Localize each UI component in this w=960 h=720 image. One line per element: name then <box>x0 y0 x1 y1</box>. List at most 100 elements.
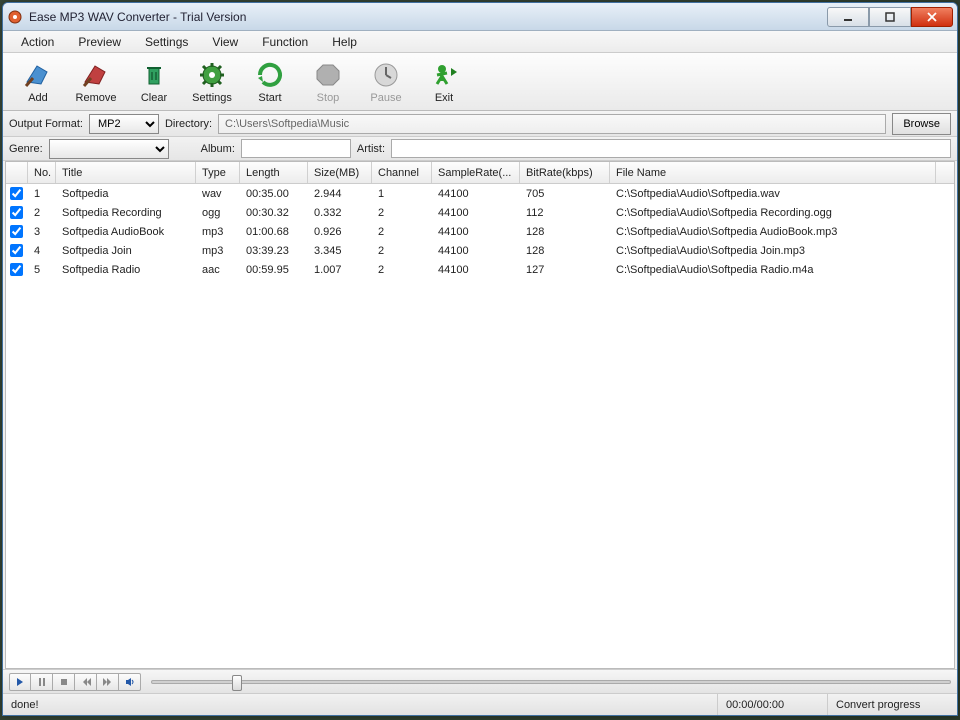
tags-row: Genre: Album: Artist: <box>3 137 957 161</box>
cell-sample: 44100 <box>432 184 520 203</box>
cell-file: C:\Softpedia\Audio\Softpedia Recording.o… <box>610 203 936 222</box>
cell-no: 4 <box>28 241 56 260</box>
menu-preview[interactable]: Preview <box>66 33 133 51</box>
genre-select[interactable] <box>49 139 169 159</box>
cell-sample: 44100 <box>432 203 520 222</box>
next-button[interactable] <box>97 673 119 691</box>
col-header-bitrate[interactable]: BitRate(kbps) <box>520 162 610 183</box>
col-header-spacer <box>936 162 954 183</box>
cell-length: 00:35.00 <box>240 184 308 203</box>
minimize-button[interactable] <box>827 7 869 27</box>
table-header: No. Title Type Length Size(MB) Channel S… <box>6 162 954 184</box>
cell-bitrate: 112 <box>520 203 610 222</box>
settings-button[interactable]: Settings <box>185 56 239 108</box>
row-checkbox[interactable] <box>10 263 23 276</box>
titlebar[interactable]: Ease MP3 WAV Converter - Trial Version <box>3 3 957 31</box>
cell-file: C:\Softpedia\Audio\Softpedia Radio.m4a <box>610 260 936 279</box>
cell-length: 00:59.95 <box>240 260 308 279</box>
cell-size: 1.007 <box>308 260 372 279</box>
cell-bitrate: 128 <box>520 222 610 241</box>
maximize-button[interactable] <box>869 7 911 27</box>
seek-thumb[interactable] <box>232 675 242 691</box>
cell-title: Softpedia Join <box>56 241 196 260</box>
close-button[interactable] <box>911 7 953 27</box>
col-header-check[interactable] <box>6 162 28 183</box>
next-icon <box>103 678 113 686</box>
window-title: Ease MP3 WAV Converter - Trial Version <box>29 10 827 24</box>
cell-title: Softpedia Recording <box>56 203 196 222</box>
col-header-sample[interactable]: SampleRate(... <box>432 162 520 183</box>
play-icon <box>16 678 24 686</box>
cell-channel: 2 <box>372 260 432 279</box>
clear-icon <box>139 60 169 90</box>
row-check[interactable] <box>6 203 28 222</box>
row-checkbox[interactable] <box>10 206 23 219</box>
col-header-title[interactable]: Title <box>56 162 196 183</box>
row-check[interactable] <box>6 241 28 260</box>
row-checkbox[interactable] <box>10 225 23 238</box>
album-label: Album: <box>201 143 235 155</box>
cell-title: Softpedia AudioBook <box>56 222 196 241</box>
menu-help[interactable]: Help <box>320 33 369 51</box>
artist-input[interactable] <box>391 139 951 158</box>
row-check[interactable] <box>6 184 28 203</box>
col-header-channel[interactable]: Channel <box>372 162 432 183</box>
volume-button[interactable] <box>119 673 141 691</box>
status-progress: Convert progress <box>827 694 957 715</box>
col-header-file[interactable]: File Name <box>610 162 936 183</box>
pause-icon <box>371 60 401 90</box>
volume-icon <box>125 677 135 687</box>
row-checkbox[interactable] <box>10 187 23 200</box>
cell-channel: 2 <box>372 241 432 260</box>
menu-action[interactable]: Action <box>9 33 66 51</box>
status-bar: done! 00:00/00:00 Convert progress <box>3 693 957 715</box>
table-row[interactable]: 1Softpediawav00:35.002.944144100705C:\So… <box>6 184 954 203</box>
remove-button[interactable]: Remove <box>69 56 123 108</box>
cell-type: ogg <box>196 203 240 222</box>
browse-button[interactable]: Browse <box>892 113 951 135</box>
cell-bitrate: 127 <box>520 260 610 279</box>
table-row[interactable]: 2Softpedia Recordingogg00:30.320.3322441… <box>6 203 954 222</box>
table-row[interactable]: 5Softpedia Radioaac00:59.951.00724410012… <box>6 260 954 279</box>
directory-label: Directory: <box>165 118 212 130</box>
remove-icon <box>81 60 111 90</box>
menubar: Action Preview Settings View Function He… <box>3 31 957 53</box>
row-check[interactable] <box>6 222 28 241</box>
album-input[interactable] <box>241 139 351 158</box>
seek-slider[interactable] <box>151 680 951 684</box>
play-button[interactable] <box>9 673 31 691</box>
directory-input[interactable] <box>218 114 886 134</box>
exit-icon <box>429 60 459 90</box>
menu-function[interactable]: Function <box>250 33 320 51</box>
pause-pb-button[interactable] <box>31 673 53 691</box>
table-row[interactable]: 3Softpedia AudioBookmp301:00.680.9262441… <box>6 222 954 241</box>
genre-label: Genre: <box>9 143 43 155</box>
col-header-size[interactable]: Size(MB) <box>308 162 372 183</box>
menu-settings[interactable]: Settings <box>133 33 200 51</box>
row-checkbox[interactable] <box>10 244 23 257</box>
stop-icon <box>313 60 343 90</box>
stop-pb-button[interactable] <box>53 673 75 691</box>
cell-length: 01:00.68 <box>240 222 308 241</box>
menu-view[interactable]: View <box>200 33 250 51</box>
col-header-length[interactable]: Length <box>240 162 308 183</box>
exit-button[interactable]: Exit <box>417 56 471 108</box>
cell-no: 1 <box>28 184 56 203</box>
pause-label: Pause <box>370 92 401 104</box>
start-icon <box>255 60 285 90</box>
stop-button[interactable]: Stop <box>301 56 355 108</box>
col-header-no[interactable]: No. <box>28 162 56 183</box>
row-check[interactable] <box>6 260 28 279</box>
add-button[interactable]: Add <box>11 56 65 108</box>
prev-button[interactable] <box>75 673 97 691</box>
clear-button[interactable]: Clear <box>127 56 181 108</box>
cell-size: 3.345 <box>308 241 372 260</box>
start-button[interactable]: Start <box>243 56 297 108</box>
pause-button[interactable]: Pause <box>359 56 413 108</box>
table-row[interactable]: 4Softpedia Joinmp303:39.233.345244100128… <box>6 241 954 260</box>
cell-title: Softpedia Radio <box>56 260 196 279</box>
col-header-type[interactable]: Type <box>196 162 240 183</box>
app-window: Ease MP3 WAV Converter - Trial Version A… <box>2 2 958 716</box>
output-format-label: Output Format: <box>9 118 83 130</box>
output-format-select[interactable]: MP2 <box>89 114 159 134</box>
